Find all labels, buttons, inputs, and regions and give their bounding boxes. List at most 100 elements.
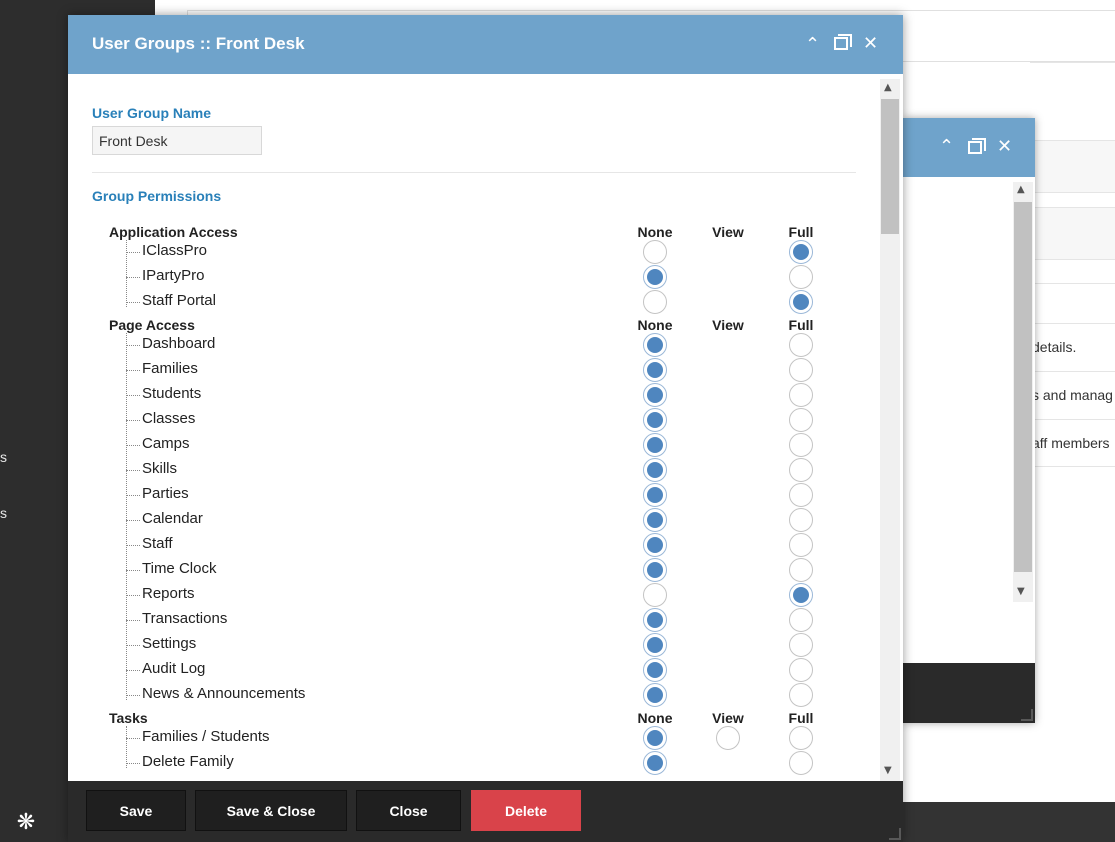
user-group-dialog: User Groups :: Front Desk ⌃ ✕ User Group… [68,15,903,842]
tree-connector [126,738,140,739]
resize-grip-icon[interactable] [889,828,901,840]
radio-none[interactable] [643,508,667,532]
radio-full[interactable] [789,433,813,457]
tree-connector [126,240,127,307]
radio-none[interactable] [643,240,667,264]
radio-none[interactable] [643,608,667,632]
permission-group-title: Page Access [109,317,195,333]
tree-connector [126,620,140,621]
background-footer [903,802,1115,842]
permission-label: IClassPro [142,242,208,259]
tree-connector [126,520,140,521]
radio-none[interactable] [643,458,667,482]
chevron-up-icon[interactable]: ⌃ [805,36,820,54]
radio-none[interactable] [643,383,667,407]
column-header-none: None [637,710,673,726]
sidebar-item-label[interactable]: s [0,505,7,521]
dialog-footer: Save Save & Close Close Delete [68,781,903,842]
column-header-full: Full [788,317,814,333]
delete-button[interactable]: Delete [471,790,581,831]
scroll-up-icon[interactable]: ▲ [884,82,892,93]
radio-full[interactable] [789,726,813,750]
radio-full[interactable] [789,483,813,507]
save-button[interactable]: Save [86,790,186,831]
radio-none[interactable] [643,726,667,750]
radio-none[interactable] [643,483,667,507]
scrollbar-thumb[interactable] [1014,202,1032,572]
radio-view[interactable] [716,726,740,750]
window-restore-icon[interactable] [968,138,986,158]
scroll-down-icon[interactable]: ▼ [884,765,892,776]
tree-connector [126,345,140,346]
radio-full[interactable] [789,608,813,632]
save-close-button[interactable]: Save & Close [195,790,347,831]
radio-full[interactable] [789,533,813,557]
radio-full[interactable] [789,633,813,657]
radio-full[interactable] [789,265,813,289]
tree-connector [126,645,140,646]
radio-full[interactable] [789,558,813,582]
radio-none[interactable] [643,433,667,457]
dialog-title: User Groups :: Front Desk [92,34,305,53]
radio-full[interactable] [789,658,813,682]
radio-none[interactable] [643,658,667,682]
permission-label: Students [142,385,202,402]
tree-connector [126,252,140,253]
radio-full[interactable] [789,408,813,432]
background-divider [1030,419,1115,420]
radio-full[interactable] [789,383,813,407]
permission-label: Parties [142,485,189,502]
column-header-none: None [637,224,673,240]
scrollbar-thumb[interactable] [881,99,899,234]
radio-none[interactable] [643,333,667,357]
scroll-down-icon[interactable]: ▼ [1017,586,1025,597]
background-row [1030,140,1115,192]
scrollbar[interactable]: ▲ ▼ [1013,182,1033,602]
radio-none[interactable] [643,583,667,607]
radio-full[interactable] [789,290,813,314]
radio-none[interactable] [643,633,667,657]
tree-connector [126,595,140,596]
radio-full[interactable] [789,240,813,264]
window-restore-icon[interactable] [834,34,852,54]
background-divider [1030,323,1115,324]
radio-full[interactable] [789,508,813,532]
permission-label: Staff Portal [142,292,216,309]
divider [92,172,856,173]
radio-none[interactable] [643,358,667,382]
sidebar-item-label[interactable]: s [0,449,7,465]
resize-grip-icon[interactable] [1021,709,1033,721]
permission-label: Skills [142,460,178,477]
group-permissions-label: Group Permissions [92,188,222,204]
radio-full[interactable] [789,583,813,607]
background-divider [1030,259,1115,260]
tree-connector [126,570,140,571]
radio-none[interactable] [643,751,667,775]
background-row [1030,207,1115,259]
radio-full[interactable] [789,358,813,382]
close-button[interactable]: Close [356,790,461,831]
radio-full[interactable] [789,458,813,482]
radio-none[interactable] [643,683,667,707]
chevron-up-icon[interactable]: ⌃ [939,138,954,156]
radio-none[interactable] [643,533,667,557]
secondary-window-footer [903,663,1035,723]
permission-label: Settings [142,635,197,652]
background-divider [1030,283,1115,284]
radio-none[interactable] [643,558,667,582]
background-text: aff members [1032,435,1110,451]
radio-full[interactable] [789,333,813,357]
tree-connector [126,470,140,471]
scroll-up-icon[interactable]: ▲ [1017,184,1025,195]
radio-none[interactable] [643,265,667,289]
tree-connector [126,395,140,396]
radio-full[interactable] [789,683,813,707]
close-icon[interactable]: ✕ [863,35,878,53]
radio-full[interactable] [789,751,813,775]
radio-none[interactable] [643,290,667,314]
radio-none[interactable] [643,408,667,432]
close-icon[interactable]: ✕ [997,138,1012,156]
scrollbar[interactable]: ▲ ▼ [880,79,900,781]
dialog-body: User Group Name Group Permissions Applic… [68,74,903,781]
user-group-name-input[interactable] [92,126,262,155]
